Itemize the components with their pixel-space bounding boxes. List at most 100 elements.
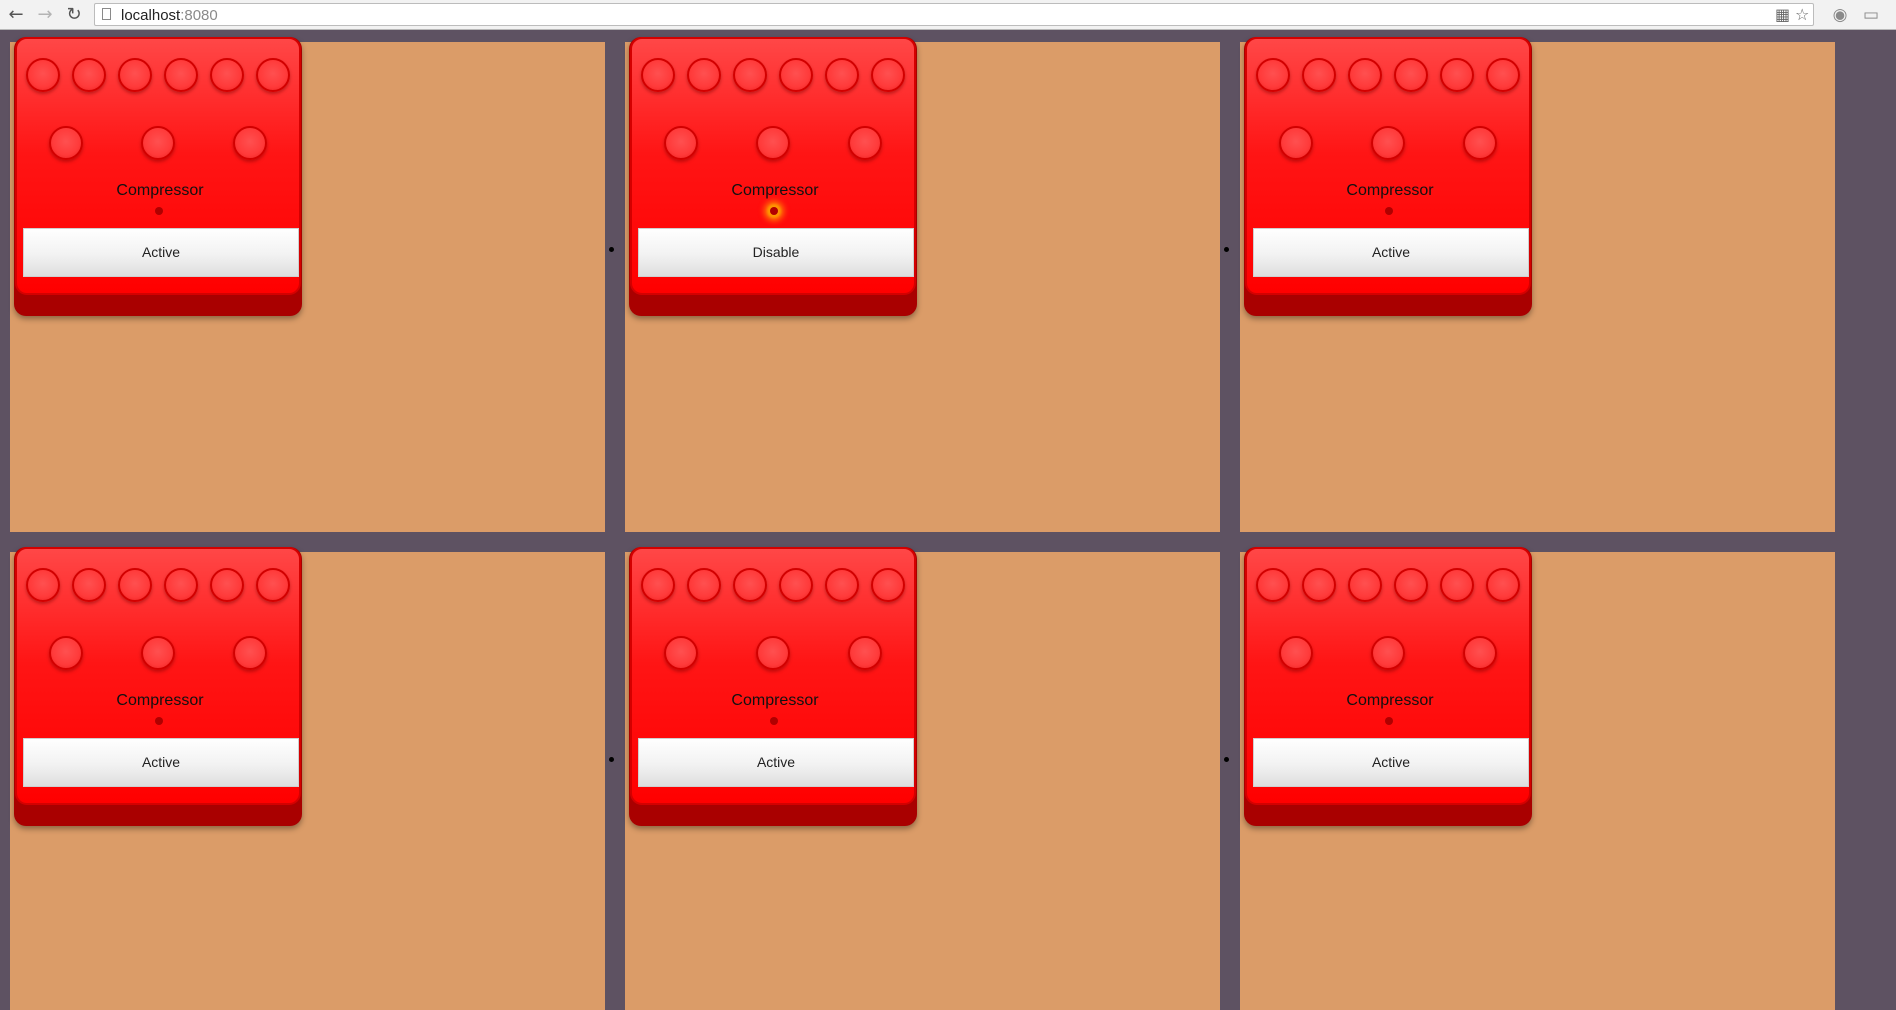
pedal-toggle-button[interactable]: Active [23,738,299,787]
knob[interactable] [825,568,859,602]
knob[interactable] [1279,636,1313,670]
browser-toolbar: ← → ↻ localhost:8080 ▦ ☆ ◉ ▭ [0,0,1896,30]
separator-dot [1224,247,1229,252]
separator-dot [609,757,614,762]
knob[interactable] [164,58,198,92]
url-port: :8080 [180,7,218,24]
forward-icon[interactable]: → [34,4,56,26]
knob[interactable] [1440,568,1474,602]
knob[interactable] [118,568,152,602]
knob[interactable] [664,126,698,160]
pedal-face: Compressor Disable [630,37,916,295]
knob[interactable] [1302,568,1336,602]
compressor-pedal: Compressor Active [14,37,302,316]
address-bar[interactable]: localhost:8080 ▦ ☆ [94,3,1814,26]
reload-icon[interactable]: ↻ [63,4,85,26]
knob[interactable] [641,58,675,92]
knob[interactable] [141,126,175,160]
status-led [1385,717,1393,725]
compressor-pedal: Compressor Active [629,547,917,826]
knob[interactable] [1394,568,1428,602]
knob[interactable] [233,126,267,160]
knob[interactable] [1256,568,1290,602]
knob[interactable] [1348,568,1382,602]
knob[interactable] [1394,58,1428,92]
knob[interactable] [1463,636,1497,670]
pedal-toggle-button[interactable]: Active [638,738,914,787]
knob[interactable] [687,58,721,92]
pedal-face: Compressor Active [15,37,301,295]
knob[interactable] [1486,58,1520,92]
bookmark-star-icon[interactable]: ☆ [1795,5,1809,24]
compressor-pedal: Compressor Active [14,547,302,826]
reader-icon[interactable]: ▦ [1775,5,1790,24]
pedal-name: Compressor [1346,692,1434,709]
knob[interactable] [848,126,882,160]
knob[interactable] [1486,568,1520,602]
url-host: localhost [121,7,181,24]
knob[interactable] [1463,126,1497,160]
pedal-toggle-button[interactable]: Active [23,228,299,277]
knob[interactable] [825,58,859,92]
status-led [155,207,163,215]
knob[interactable] [1371,126,1405,160]
knob[interactable] [1440,58,1474,92]
knob[interactable] [756,126,790,160]
pedal-name: Compressor [731,692,819,709]
pedal-toggle-button[interactable]: Disable [638,228,914,277]
cast-icon[interactable]: ▭ [1860,4,1882,26]
pedal-name: Compressor [731,182,819,199]
compressor-pedal: Compressor Active [1244,547,1532,826]
knob[interactable] [210,58,244,92]
separator-dot [609,247,614,252]
knob[interactable] [756,636,790,670]
pedal-face: Compressor Active [1245,547,1531,805]
pedal-name: Compressor [116,182,204,199]
page-icon [102,8,111,20]
knob[interactable] [49,636,83,670]
status-led [1385,207,1393,215]
compressor-pedal: Compressor Disable [629,37,917,316]
knob[interactable] [848,636,882,670]
knob[interactable] [871,58,905,92]
status-led [770,717,778,725]
status-led [770,207,778,215]
url-text: localhost:8080 [121,7,218,24]
knob[interactable] [641,568,675,602]
knob[interactable] [871,568,905,602]
knob[interactable] [72,568,106,602]
pedal-name: Compressor [116,692,204,709]
knob[interactable] [1279,126,1313,160]
knob[interactable] [687,568,721,602]
back-icon[interactable]: ← [5,4,27,26]
compressor-pedal: Compressor Active [1244,37,1532,316]
knob[interactable] [256,58,290,92]
knob[interactable] [1302,58,1336,92]
knob[interactable] [779,568,813,602]
knob[interactable] [26,568,60,602]
knob[interactable] [1371,636,1405,670]
knob[interactable] [164,568,198,602]
pedal-face: Compressor Active [1245,37,1531,295]
knob[interactable] [1348,58,1382,92]
extension-icon[interactable]: ◉ [1829,4,1851,26]
knob[interactable] [733,568,767,602]
knob[interactable] [779,58,813,92]
pedal-name: Compressor [1346,182,1434,199]
knob[interactable] [118,58,152,92]
knob[interactable] [49,126,83,160]
pedal-toggle-button[interactable]: Active [1253,228,1529,277]
separator-dot [1224,757,1229,762]
knob[interactable] [733,58,767,92]
status-led [155,717,163,725]
knob[interactable] [26,58,60,92]
knob[interactable] [1256,58,1290,92]
pedal-face: Compressor Active [15,547,301,805]
knob[interactable] [664,636,698,670]
knob[interactable] [141,636,175,670]
knob[interactable] [210,568,244,602]
knob[interactable] [72,58,106,92]
knob[interactable] [233,636,267,670]
knob[interactable] [256,568,290,602]
pedal-toggle-button[interactable]: Active [1253,738,1529,787]
